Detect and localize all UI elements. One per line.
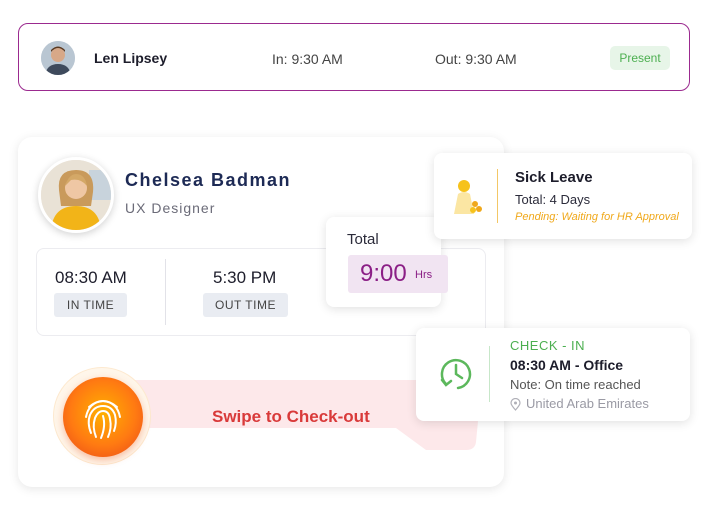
sick-leave-icon [454,180,482,214]
profile-card: Chelsea Badman UX Designer 08:30 AM IN T… [18,137,504,487]
check-in-location: United Arab Emirates [510,396,649,411]
in-time-label: IN TIME [54,293,127,317]
location-pin-icon [510,398,521,411]
avatar [38,157,114,233]
total-hours: 9:00 [360,260,407,287]
check-in-time: 08:30 AM - Office [510,357,624,373]
attendance-row[interactable]: Len Lipsey In: 9:30 AM Out: 9:30 AM Pres… [18,23,690,91]
location-text: United Arab Emirates [526,396,649,411]
status-badge: Present [610,46,670,70]
total-label: Total [347,231,379,248]
divider [165,259,166,325]
out-time: Out: 9:30 AM [435,51,517,67]
total-hours-card: Total 9:00 Hrs [326,217,448,307]
hours-unit: Hrs [415,269,433,281]
avatar [41,41,75,75]
check-in-title: CHECK - IN [510,338,586,353]
employee-name: Len Lipsey [94,50,168,66]
in-time-value: 08:30 AM [55,268,127,287]
total-value-box: 9:00 Hrs [348,255,448,293]
profile-name: Chelsea Badman [125,170,292,190]
check-in-card[interactable]: CHECK - IN 08:30 AM - Office Note: On ti… [416,328,690,421]
divider [497,169,498,223]
in-time: In: 9:30 AM [272,51,343,67]
swipe-label: Swipe to Check-out [212,407,370,426]
leave-title: Sick Leave [515,169,593,186]
leave-status: Pending: Waiting for HR Approval [515,211,679,223]
check-in-note: Note: On time reached [510,377,641,392]
fingerprint-icon [85,399,121,439]
leave-total: Total: 4 Days [515,192,591,207]
swipe-handle[interactable] [63,377,143,457]
profile-role: UX Designer [125,200,216,216]
leave-card[interactable]: Sick Leave Total: 4 Days Pending: Waitin… [434,153,692,239]
out-time-label: OUT TIME [203,293,288,317]
clock-refresh-icon [440,358,472,390]
out-time-value: 5:30 PM [213,268,277,287]
divider [489,346,490,402]
